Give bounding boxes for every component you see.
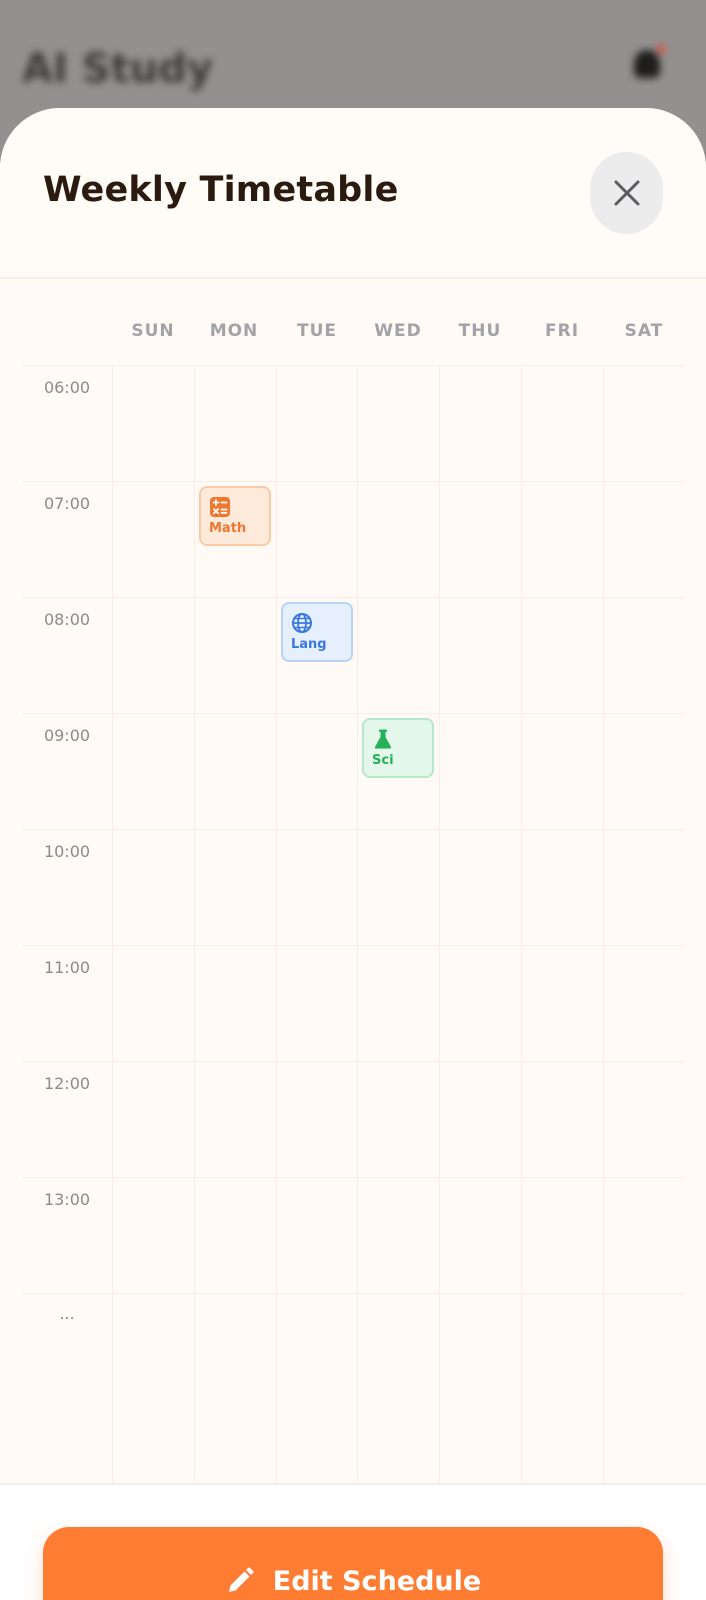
notification-dot: [656, 44, 666, 54]
globe-icon: [292, 613, 312, 633]
grid-line: [22, 597, 684, 598]
sheet-title: Weekly Timetable: [43, 170, 399, 210]
time-label: 08:00: [43, 610, 91, 629]
day-header-tue: TUE: [296, 321, 337, 341]
grid-line: [357, 365, 358, 1483]
time-label: ...: [59, 1304, 75, 1323]
grid-line: [22, 945, 684, 946]
bell-icon: [634, 50, 660, 78]
event-lang[interactable]: Lang: [281, 602, 353, 662]
time-label: 06:00: [43, 378, 91, 397]
timetable-sheet: Weekly Timetable SUN MON TUE WED THU FRI…: [0, 108, 706, 1600]
time-label: 10:00: [43, 842, 91, 861]
calculator-icon: [210, 497, 230, 517]
event-math[interactable]: Math: [199, 486, 271, 546]
grid-line: [112, 365, 113, 1483]
event-label: Math: [209, 521, 247, 536]
grid-line: [603, 365, 604, 1483]
sheet-header: Weekly Timetable: [0, 108, 706, 279]
day-header-fri: FRI: [544, 321, 580, 341]
sheet-footer: Edit Schedule: [0, 1483, 706, 1600]
flask-icon: [374, 729, 392, 749]
day-header-mon: MON: [209, 321, 259, 341]
pencil-icon: [228, 1567, 254, 1592]
day-header-sat: SAT: [624, 321, 664, 341]
grid-line: [22, 1293, 684, 1294]
event-label: Lang: [291, 637, 327, 652]
app-title: AI Study: [22, 46, 213, 92]
grid-line: [22, 1061, 684, 1062]
close-icon: [614, 180, 639, 206]
grid-line: [22, 1177, 684, 1178]
grid-line: [22, 481, 684, 482]
edit-schedule-button[interactable]: Edit Schedule: [43, 1527, 663, 1600]
time-label: 11:00: [43, 958, 91, 977]
grid-line: [194, 365, 195, 1483]
grid-line: [439, 365, 440, 1483]
grid-line: [22, 713, 684, 714]
close-button[interactable]: [590, 152, 663, 234]
day-header-thu: THU: [458, 321, 502, 341]
event-label: Sci: [372, 753, 394, 768]
timetable-grid: SUN MON TUE WED THU FRI SAT 06:00 07:00 …: [0, 279, 706, 1483]
time-label: 12:00: [43, 1074, 91, 1093]
event-sci[interactable]: Sci: [362, 718, 434, 778]
grid-line: [276, 365, 277, 1483]
time-label: 07:00: [43, 494, 91, 513]
day-header-wed: WED: [374, 321, 422, 341]
time-label: 09:00: [43, 726, 91, 745]
grid-line: [521, 365, 522, 1483]
edit-schedule-label: Edit Schedule: [272, 1565, 482, 1597]
day-header-sun: SUN: [131, 321, 175, 341]
grid-line: [22, 829, 684, 830]
grid-line: [22, 365, 684, 366]
time-label: 13:00: [43, 1190, 91, 1209]
